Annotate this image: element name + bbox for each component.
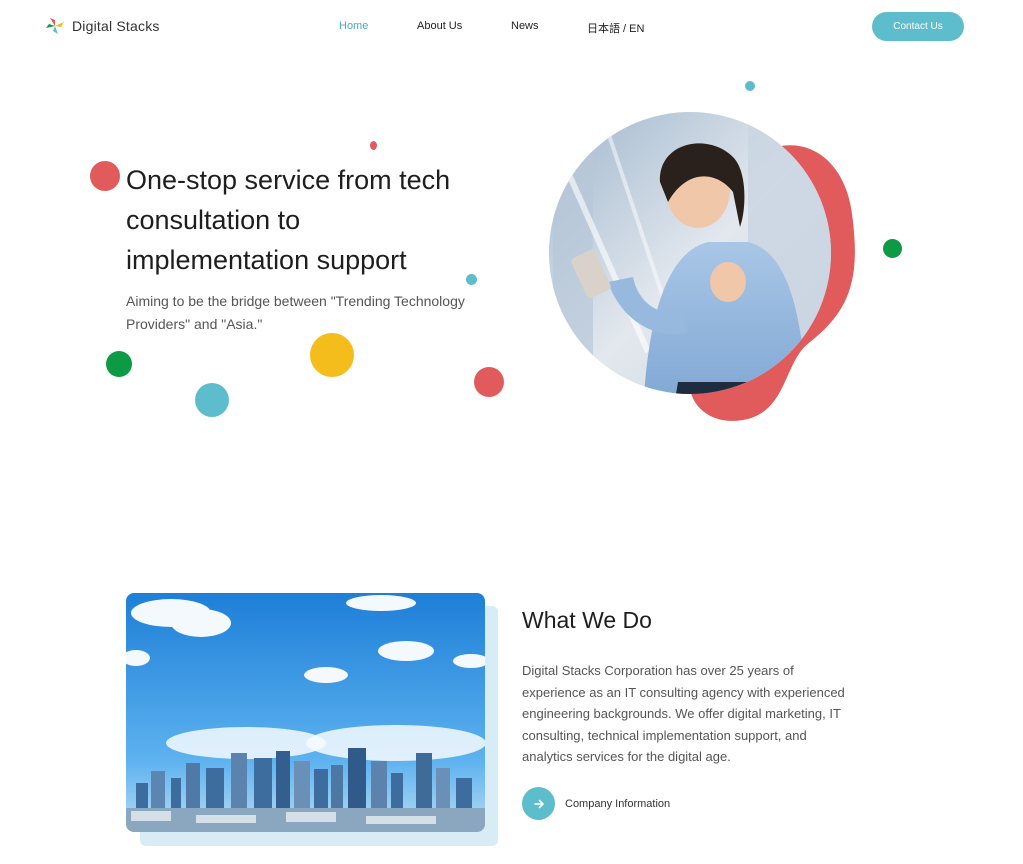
hero-title-line: implementation support: [126, 245, 407, 275]
hero-subtitle-line: Aiming to be the bridge between "Trendin…: [126, 293, 465, 309]
hero-title: One-stop service from tech consultation …: [126, 160, 506, 280]
description-line: engineering backgrounds. We offer digita…: [522, 706, 841, 721]
nav-about-us[interactable]: About Us: [417, 20, 462, 34]
hero-subtitle: Aiming to be the bridge between "Trendin…: [126, 290, 506, 336]
nav-language-switch[interactable]: 日本語 / EN: [587, 20, 644, 35]
arrow-right-icon: [533, 799, 544, 808]
description-line: Digital Stacks Corporation has over 25 y…: [522, 663, 794, 678]
city-skyline-image: [126, 593, 485, 832]
description-line: analytics services for the digital age.: [522, 749, 731, 764]
hero-title-line: One-stop service from tech: [126, 165, 451, 195]
hero-subtitle-line: Providers" and "Asia.": [126, 316, 263, 332]
hero-photo: [548, 112, 868, 424]
decor-dot-green-right: [883, 239, 902, 258]
decor-dot-blue-top: [745, 81, 755, 91]
decor-dot-red: [474, 367, 504, 397]
contact-us-button[interactable]: Contact Us: [872, 12, 964, 41]
company-information-label: Company Information: [565, 797, 671, 810]
description-line: experience as an IT consulting agency wi…: [522, 684, 845, 700]
company-information-link[interactable]: Company Information: [522, 787, 670, 820]
decor-dot-red-tiny: [370, 141, 377, 150]
nav-home[interactable]: Home: [339, 20, 368, 34]
decor-dot-yellow: [310, 333, 354, 377]
pinwheel-logo-icon: [46, 18, 64, 34]
nav-news[interactable]: News: [511, 20, 539, 34]
decor-dot-green: [106, 351, 132, 377]
logo[interactable]: Digital Stacks: [44, 14, 160, 38]
decor-dot-red-large: [90, 161, 120, 191]
logo-text: Digital Stacks: [72, 18, 160, 34]
decor-dot-blue: [195, 383, 229, 417]
hero-title-line: consultation to: [126, 205, 301, 235]
section-description: Digital Stacks Corporation has over 25 y…: [522, 660, 862, 768]
arrow-button[interactable]: [522, 787, 555, 820]
section-title: What We Do: [522, 607, 652, 633]
description-line: consulting, technical implementation sup…: [522, 727, 807, 743]
